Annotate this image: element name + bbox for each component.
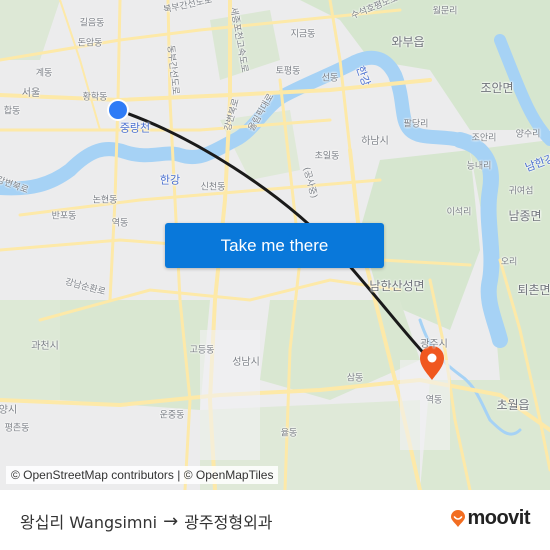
map-label: 서울 — [21, 88, 41, 99]
map-label: 팔당리 — [403, 119, 429, 130]
map-label: 역동 — [111, 218, 129, 229]
map-label: 양시 — [0, 405, 18, 416]
map-label: 하남시 — [361, 136, 389, 147]
map-label: 토평동 — [275, 66, 301, 77]
map-label: 귀여섬 — [508, 186, 534, 197]
map-label: 조안리 — [471, 133, 497, 144]
map-label-river: 한강 — [159, 173, 181, 187]
map-label: 남한산성면 — [369, 279, 425, 293]
moovit-pin-icon — [451, 509, 466, 527]
map-label: 초일동 — [314, 151, 340, 162]
map-label: 운중동 — [159, 410, 185, 421]
map-label: 역동 — [425, 395, 443, 406]
map-label: 돈암동 — [77, 38, 103, 49]
origin-marker[interactable] — [107, 99, 129, 121]
map-label-stream: 중랑천 — [119, 121, 151, 135]
map-label: 황학동 — [82, 92, 108, 103]
map-label: 조안면 — [480, 81, 514, 95]
map-label: 성남시 — [232, 357, 260, 368]
map-label: 삼동 — [346, 373, 364, 384]
map-label: 평촌동 — [4, 423, 30, 434]
destination-name: 광주정형외과 — [184, 513, 273, 532]
brand-name: moovit — [467, 507, 530, 529]
map-label: 초월읍 — [496, 398, 530, 412]
map-label: 광주시 — [420, 339, 448, 350]
footer-bar: 왕십리 Wangsimni → 광주정형외과 moovit — [0, 490, 550, 550]
map-label: 이석리 — [446, 207, 472, 218]
map-label: 논현동 — [92, 195, 118, 206]
map-label: 와부읍 — [391, 35, 425, 49]
map-label: 월문리 — [432, 6, 458, 17]
map-label: 오리 — [500, 257, 518, 268]
map-label: 능내리 — [466, 161, 492, 172]
map-label: 길음동 — [79, 18, 105, 29]
map-label: 계동 — [35, 68, 53, 79]
map-label: 양수리 — [515, 129, 541, 140]
map-label: 합동 — [3, 106, 21, 117]
origin-name: 왕십리 Wangsimni — [20, 513, 158, 532]
route-summary: 왕십리 Wangsimni → 광주정형외과 — [20, 509, 273, 533]
map-label: 남종면 — [508, 209, 542, 223]
map-label: 과천시 — [31, 341, 59, 352]
map-label: 퇴촌면 — [517, 283, 550, 297]
map-label: 반포동 — [51, 211, 77, 222]
map-label: 신천동 — [200, 182, 226, 193]
map-attribution[interactable]: © OpenStreetMap contributors | © OpenMap… — [6, 466, 279, 484]
take-me-there-button[interactable]: Take me there — [165, 223, 384, 268]
map-view[interactable]: 길음동 돈암동 계동 서울 황학동 중랑천 합동 북부간선도로 동부간선도로 세… — [0, 0, 550, 490]
moovit-logo: moovit — [450, 507, 530, 530]
map-label: 고등동 — [189, 345, 215, 356]
map-label: 선동 — [321, 73, 339, 84]
arrow-right-icon: → — [163, 510, 179, 532]
map-label: 율동 — [280, 428, 298, 439]
map-label: 지금동 — [290, 29, 316, 40]
